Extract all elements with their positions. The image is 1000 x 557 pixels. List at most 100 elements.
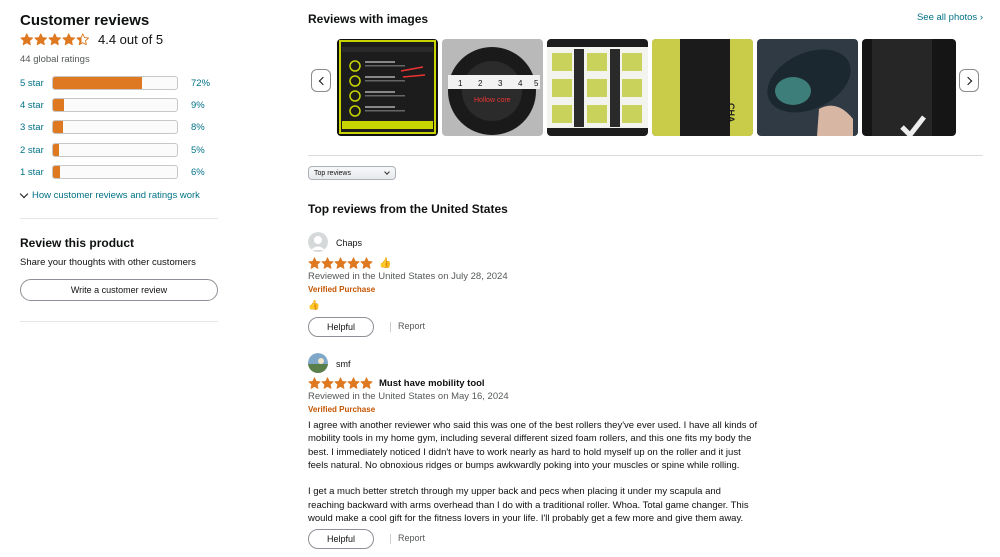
reviews-with-images-title: Reviews with images [308, 12, 429, 26]
top-reviews-heading: Top reviews from the United States [308, 202, 508, 216]
star-icon [360, 377, 373, 389]
review-headline[interactable]: Must have mobility tool [379, 378, 485, 389]
histogram-row-3-star[interactable]: 3 star 8% [20, 119, 218, 135]
avatar[interactable] [308, 353, 328, 373]
histogram-label[interactable]: 3 star [20, 122, 51, 133]
star-icon [334, 377, 347, 389]
avatar[interactable] [308, 232, 328, 252]
histogram-bar[interactable] [52, 165, 178, 179]
star-icon [321, 377, 334, 389]
histogram-row-1-star[interactable]: 1 star 6% [20, 164, 218, 180]
histogram-fill [53, 99, 65, 111]
histogram-label[interactable]: 2 star [20, 145, 51, 156]
divider [308, 155, 983, 156]
customer-reviews-title: Customer reviews [20, 12, 150, 29]
average-rating[interactable]: 4.4 out of 5 [20, 32, 163, 47]
review-stars[interactable] [308, 377, 373, 390]
see-all-photos-text[interactable]: See all photos [917, 12, 977, 23]
reviewer-name[interactable]: smf [336, 359, 351, 369]
star-icon [48, 33, 61, 45]
review-stars[interactable] [308, 257, 373, 270]
histogram-bar[interactable] [52, 76, 178, 90]
verified-purchase-badge[interactable]: Verified Purchase [308, 285, 375, 294]
roller-in-hand-image [757, 39, 858, 136]
divider [390, 322, 391, 332]
carousel-next-button[interactable] [959, 69, 979, 92]
review-image-thumbnail[interactable] [547, 39, 648, 136]
reviewer-name[interactable]: Chaps [336, 238, 362, 248]
roller-measurement-image: 1 2 3 4 5 Hollow core [442, 39, 543, 136]
ruler-digit: 3 [498, 79, 503, 88]
review-text: 👍 [308, 300, 320, 311]
review-image-thumbnail[interactable] [757, 39, 858, 136]
histogram-bar[interactable] [52, 98, 178, 112]
sort-reviews-dropdown[interactable]: Top reviews [308, 166, 396, 180]
chevron-right-icon: › [979, 12, 983, 23]
star-icon [62, 33, 75, 45]
review-paragraph: I get a much better stretch through my u… [308, 486, 749, 525]
star-icon [34, 33, 47, 45]
chevron-left-icon [318, 76, 327, 85]
star-icon [20, 33, 33, 45]
ruler-digit: 5 [534, 79, 539, 88]
how-reviews-work-text[interactable]: How customer reviews and ratings work [32, 190, 200, 201]
review-body: 👍 [308, 299, 758, 312]
rating-out-of-text: 4.4 out of 5 [98, 32, 164, 47]
divider [390, 534, 391, 544]
review-stars-row: Must have mobility tool [308, 377, 485, 390]
report-link[interactable]: Report [398, 321, 425, 331]
review-date: Reviewed in the United States on May 16,… [308, 391, 509, 402]
write-review-button[interactable]: Write a customer review [20, 279, 218, 301]
report-link[interactable]: Report [398, 533, 425, 543]
verified-purchase-badge[interactable]: Verified Purchase [308, 405, 375, 414]
chevron-down-icon [19, 189, 29, 199]
roller-logo-image [862, 39, 956, 136]
histogram-fill [53, 121, 63, 133]
review-body: I agree with another reviewer who said t… [308, 419, 758, 539]
product-box-image [337, 39, 438, 136]
see-all-photos-link[interactable]: See all photos › [917, 12, 983, 23]
histogram-label[interactable]: 4 star [20, 100, 51, 111]
sort-selected-value: Top reviews [314, 169, 351, 177]
carousel-prev-button[interactable] [311, 69, 331, 92]
histogram-percent[interactable]: 72% [191, 78, 210, 89]
average-rating-stars [20, 33, 90, 47]
histogram-fill [53, 77, 143, 89]
thumbs-up-icon: 👍 [379, 258, 392, 269]
histogram-row-5-star[interactable]: 5 star 72% [20, 75, 218, 91]
helpful-button[interactable]: Helpful [308, 529, 374, 549]
histogram-row-2-star[interactable]: 2 star 5% [20, 142, 218, 158]
histogram-label[interactable]: 1 star [20, 167, 51, 178]
ruler-digit: 1 [458, 79, 463, 88]
histogram-percent[interactable]: 9% [191, 100, 205, 111]
review-image-thumbnail[interactable]: 1 2 3 4 5 Hollow core [442, 39, 543, 136]
how-reviews-work-link[interactable]: How customer reviews and ratings work [19, 189, 200, 201]
histogram-fill [53, 144, 60, 156]
histogram-percent[interactable]: 6% [191, 167, 205, 178]
histogram-label[interactable]: 5 star [20, 78, 51, 89]
ruler-digit: 2 [478, 79, 483, 88]
chevron-right-icon [963, 76, 972, 85]
star-icon [347, 257, 360, 269]
ruler-digit: 4 [518, 79, 523, 88]
star-icon [347, 377, 360, 389]
helpful-button[interactable]: Helpful [308, 317, 374, 337]
review-product-title: Review this product [20, 236, 135, 250]
roller-packaging-image: CHA [652, 39, 753, 136]
review-image-thumbnail[interactable] [862, 39, 956, 136]
histogram-percent[interactable]: 8% [191, 122, 205, 133]
chevron-down-icon [384, 169, 390, 175]
review-paragraph: I agree with another reviewer who said t… [308, 420, 758, 471]
review-date: Reviewed in the United States on July 28… [308, 271, 508, 282]
exercise-guide-image [547, 39, 648, 136]
review-image-thumbnail[interactable] [337, 39, 438, 136]
review-image-thumbnail[interactable]: CHA [652, 39, 753, 136]
histogram-bar[interactable] [52, 143, 178, 157]
histogram-percent[interactable]: 5% [191, 145, 205, 156]
review-product-subtitle: Share your thoughts with other customers [20, 257, 196, 268]
histogram-bar[interactable] [52, 120, 178, 134]
histogram-row-4-star[interactable]: 4 star 9% [20, 97, 218, 113]
star-icon [308, 377, 321, 389]
star-icon [321, 257, 334, 269]
review-stars-row: 👍 [308, 257, 391, 270]
